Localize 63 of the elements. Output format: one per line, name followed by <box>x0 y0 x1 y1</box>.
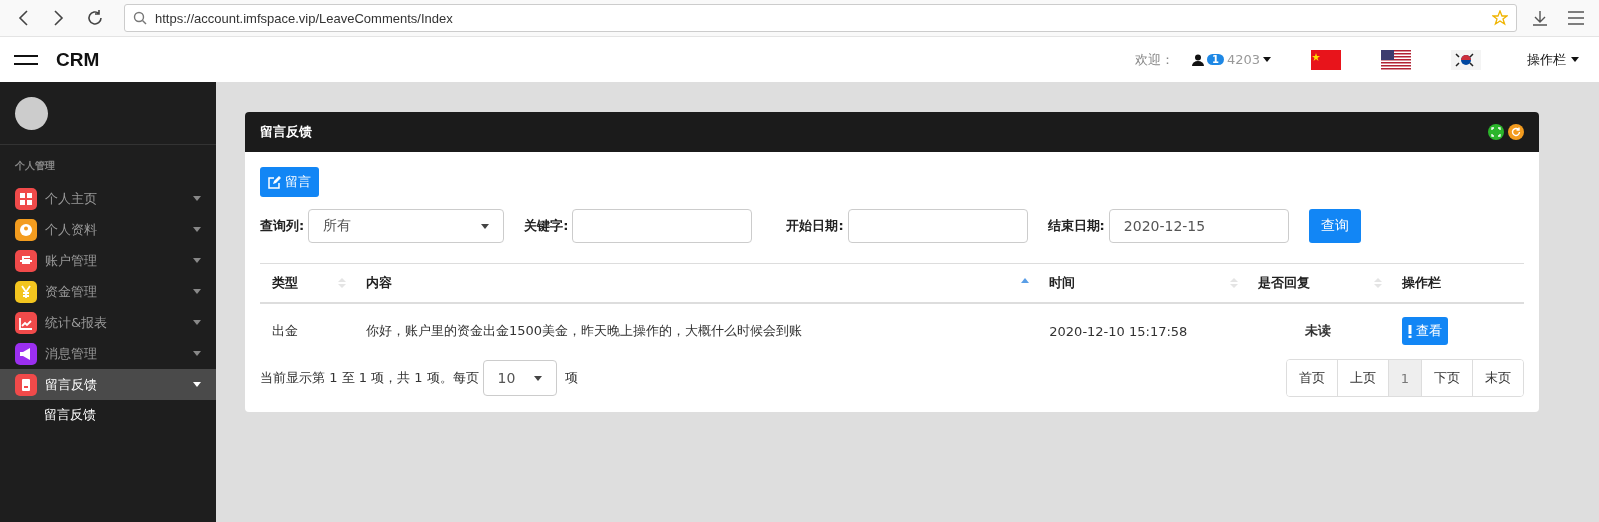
end-date-field[interactable]: 2020-12-15 <box>1108 209 1289 243</box>
sidebar-item[interactable]: 账户管理 <box>0 245 216 276</box>
column-header[interactable]: 是否回复 <box>1258 275 1311 290</box>
sidebar-subitem[interactable]: 留言反馈 <box>0 400 216 430</box>
view-button[interactable]: 查看 <box>1402 317 1449 345</box>
exclamation-icon <box>1408 324 1413 338</box>
menu-icon[interactable] <box>14 54 38 65</box>
column-select[interactable]: 所有 <box>308 209 505 243</box>
sidebar-item[interactable]: 留言反馈 <box>0 369 216 400</box>
caret-icon <box>193 351 201 356</box>
column-header[interactable]: 内容 <box>365 275 392 290</box>
fullscreen-icon[interactable] <box>1488 124 1504 140</box>
page-info: 当前显示第 1 至 1 项，共 1 项。每页 <box>260 369 479 387</box>
star-icon[interactable] <box>1492 10 1508 26</box>
new-comment-button[interactable]: 留言 <box>260 167 319 197</box>
keyword-field[interactable] <box>572 209 753 243</box>
caret-icon <box>533 375 542 381</box>
caret-icon <box>193 227 201 232</box>
welcome-label: 欢迎： <box>1134 50 1174 69</box>
search-button[interactable]: 查询 <box>1308 209 1361 243</box>
sidebar-item[interactable]: 消息管理 <box>0 338 216 369</box>
caret-icon <box>193 196 201 201</box>
refresh-icon[interactable] <box>1508 124 1524 140</box>
page-unit: 项 <box>564 369 578 387</box>
field-label: 查询列: <box>260 217 305 235</box>
avatar <box>15 96 48 130</box>
status-cell: 未读 <box>1305 323 1332 338</box>
caret-icon <box>193 258 201 263</box>
page-size-select[interactable]: 10 <box>482 360 557 396</box>
field-label: 开始日期: <box>786 217 844 235</box>
app-logo: CRM <box>56 48 100 71</box>
column-header[interactable]: 操作栏 <box>1402 275 1442 290</box>
sidebar-item[interactable]: 个人资料 <box>0 214 216 245</box>
search-icon <box>133 11 147 25</box>
address-bar[interactable]: https://account.imfspace.vip/LeaveComments/Index <box>124 4 1517 32</box>
caret-icon <box>193 289 201 294</box>
caret-icon <box>193 382 201 387</box>
sidebar-item[interactable]: 资金管理 <box>0 276 216 307</box>
panel-title: 留言反馈 <box>260 123 312 141</box>
table-cell: 你好，账户里的资金出金1500美金，昨天晚上操作的，大概什么时候会到账 <box>365 323 803 338</box>
caret-icon <box>1263 57 1271 62</box>
edit-icon <box>268 175 281 189</box>
column-header[interactable]: 类型 <box>272 275 298 290</box>
china-flag-icon[interactable] <box>1311 49 1341 70</box>
caret-icon <box>1571 57 1579 62</box>
sidebar-item[interactable]: 统计&报表 <box>0 307 216 338</box>
start-date-field[interactable] <box>847 209 1028 243</box>
field-label: 关键字: <box>524 217 569 235</box>
notification-badge: 1 <box>1206 54 1224 65</box>
sidebar-item[interactable]: 个人主页 <box>0 183 216 214</box>
column-header[interactable]: 时间 <box>1049 275 1076 290</box>
caret-icon <box>481 223 490 229</box>
usa-flag-icon[interactable] <box>1381 49 1411 70</box>
actions-menu[interactable]: 操作栏 <box>1521 49 1585 70</box>
page-button[interactable]: 末页 <box>1472 360 1523 396</box>
page-button[interactable]: 1 <box>1387 360 1421 396</box>
section-label: 个人管理 <box>14 159 56 173</box>
user-icon <box>1191 53 1204 66</box>
korea-flag-icon[interactable] <box>1451 49 1481 70</box>
table-cell: 出金 <box>272 323 298 338</box>
field-label: 结束日期: <box>1047 217 1105 235</box>
caret-icon <box>193 320 201 325</box>
table-cell: 2020-12-10 15:17:58 <box>1049 323 1188 339</box>
